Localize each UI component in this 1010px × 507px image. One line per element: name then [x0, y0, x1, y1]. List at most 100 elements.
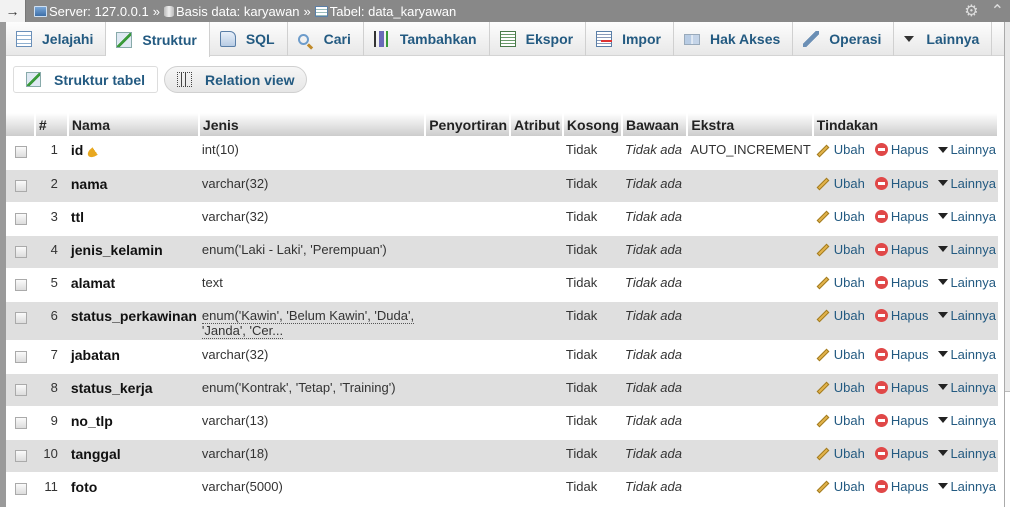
structure-table-button[interactable]: Struktur tabel [13, 66, 159, 93]
more-button[interactable]: Lainnya [938, 380, 996, 395]
breadcrumb-database[interactable]: Basis data: karyawan [163, 4, 300, 19]
more-button[interactable]: Lainnya [938, 209, 996, 224]
tab-operations[interactable]: Operasi [793, 22, 895, 56]
breadcrumb-server[interactable]: Server: 127.0.0.1 [34, 4, 149, 19]
row-checkbox[interactable] [15, 245, 27, 258]
delete-button[interactable]: Hapus [874, 446, 928, 461]
edit-label: Ubah [833, 412, 865, 428]
tab-structure[interactable]: Struktur [106, 22, 210, 57]
tab-export[interactable]: Ekspor [490, 22, 587, 56]
row-checkbox[interactable] [15, 416, 27, 429]
tab-search[interactable]: Cari [288, 22, 364, 56]
column-name-text: tanggal [70, 445, 121, 462]
edit-button[interactable]: Ubah [816, 142, 865, 157]
delete-button[interactable]: Hapus [874, 479, 928, 494]
column-type: varchar(13) [201, 412, 269, 428]
collapse-icon[interactable]: ⌃ [991, 1, 1004, 21]
delete-button[interactable]: Hapus [874, 275, 928, 290]
more-button[interactable]: Lainnya [938, 413, 996, 428]
more-label: Lainnya [950, 478, 996, 494]
delete-button[interactable]: Hapus [874, 347, 928, 362]
tab-insert[interactable]: Tambahkan [364, 22, 490, 56]
more-button[interactable]: Lainnya [938, 347, 996, 362]
triangle-down-icon [938, 279, 949, 285]
scrollbar-thumb[interactable] [1005, 22, 1010, 392]
row-actions: Ubah Hapus Lainnya [813, 472, 998, 505]
settings-gear-icon[interactable]: ⚙ [964, 1, 978, 21]
column-name-text: status_perkawinan [70, 307, 197, 324]
truncated-type[interactable]: enum('Kawin', 'Belum Kawin', 'Duda', 'Jan… [201, 307, 415, 339]
triangle-down-icon [938, 180, 949, 186]
more-button[interactable]: Lainnya [938, 275, 996, 290]
relation-view-button[interactable]: Relation view [164, 66, 308, 93]
column-collation [425, 472, 510, 505]
row-checkbox[interactable] [15, 311, 27, 324]
tab-label: Impor [622, 31, 661, 47]
delete-button[interactable]: Hapus [874, 142, 928, 157]
edit-button[interactable]: Ubah [816, 380, 865, 395]
delete-button[interactable]: Hapus [874, 176, 928, 191]
row-checkbox[interactable] [15, 350, 27, 363]
row-checkbox[interactable] [15, 146, 27, 158]
tab-label: Lainnya [926, 31, 980, 47]
edit-button[interactable]: Ubah [816, 242, 865, 257]
triangle-down-icon [938, 351, 949, 357]
more-button[interactable]: Lainnya [938, 242, 996, 257]
table-row: 10 tanggal varchar(18) Tidak Tidak ada U… [6, 439, 998, 472]
edit-button[interactable]: Ubah [816, 176, 865, 191]
column-type: enum('Kontrak', 'Tetap', 'Training') [198, 373, 426, 406]
row-actions: Ubah Hapus Lainnya [812, 373, 998, 406]
back-arrow-button[interactable]: → [0, 0, 26, 22]
pencil-icon [816, 447, 830, 461]
row-checkbox[interactable] [15, 482, 27, 495]
header-attributes: Atribut [510, 113, 564, 136]
column-default: Tidak ada [625, 208, 682, 224]
row-checkbox[interactable] [15, 179, 27, 192]
more-button[interactable]: Lainnya [938, 176, 996, 191]
tab-browse[interactable]: Jelajahi [6, 22, 107, 56]
tab-import[interactable]: Impor [586, 22, 674, 56]
column-name: id [68, 136, 199, 169]
edit-button[interactable]: Ubah [816, 308, 865, 323]
tab-more[interactable]: Lainnya [894, 22, 993, 56]
more-button[interactable]: Lainnya [938, 308, 996, 323]
delete-button[interactable]: Hapus [874, 380, 928, 395]
tab-privileges[interactable]: Hak Akses [674, 22, 794, 56]
edit-button[interactable]: Ubah [816, 413, 865, 428]
row-checkbox[interactable] [15, 449, 27, 462]
row-checkbox[interactable] [15, 278, 27, 291]
delete-button[interactable]: Hapus [874, 242, 928, 257]
delete-button[interactable]: Hapus [874, 209, 928, 224]
structure-icon [26, 72, 41, 87]
more-button[interactable]: Lainnya [938, 142, 996, 157]
column-type: int(10) [201, 142, 239, 157]
more-button[interactable]: Lainnya [938, 479, 996, 494]
vertical-scrollbar[interactable] [1004, 22, 1010, 507]
edit-button[interactable]: Ubah [816, 347, 865, 362]
tab-sql[interactable]: SQL [210, 22, 288, 56]
more-button[interactable]: Lainnya [938, 446, 996, 461]
row-actions: Ubah Hapus Lainnya [813, 406, 998, 439]
row-checkbox[interactable] [15, 383, 27, 396]
row-actions: Ubah Hapus Lainnya [812, 439, 998, 472]
more-label: Lainnya [950, 175, 996, 191]
column-default: Tidak ada [622, 373, 688, 406]
breadcrumb-separator: » [303, 3, 311, 19]
column-type: text [201, 274, 223, 290]
breadcrumb-server-label[interactable]: Server: 127.0.0.1 [49, 4, 149, 19]
column-name: nama [67, 169, 199, 202]
row-checkbox[interactable] [15, 212, 27, 225]
edit-button[interactable]: Ubah [816, 446, 865, 461]
delete-button[interactable]: Hapus [874, 308, 928, 323]
column-attributes [510, 340, 563, 373]
edit-button[interactable]: Ubah [816, 479, 865, 494]
more-label: Lainnya [950, 142, 996, 157]
delete-button[interactable]: Hapus [874, 413, 928, 428]
edit-button[interactable]: Ubah [816, 209, 865, 224]
breadcrumb-database-label[interactable]: Basis data: karyawan [176, 4, 300, 19]
tab-label: SQL [245, 31, 275, 47]
breadcrumb-table-label[interactable]: Tabel: data_karyawan [330, 4, 456, 19]
column-extra [687, 202, 812, 235]
breadcrumb-table[interactable]: Tabel: data_karyawan [314, 4, 456, 19]
edit-button[interactable]: Ubah [816, 275, 865, 290]
